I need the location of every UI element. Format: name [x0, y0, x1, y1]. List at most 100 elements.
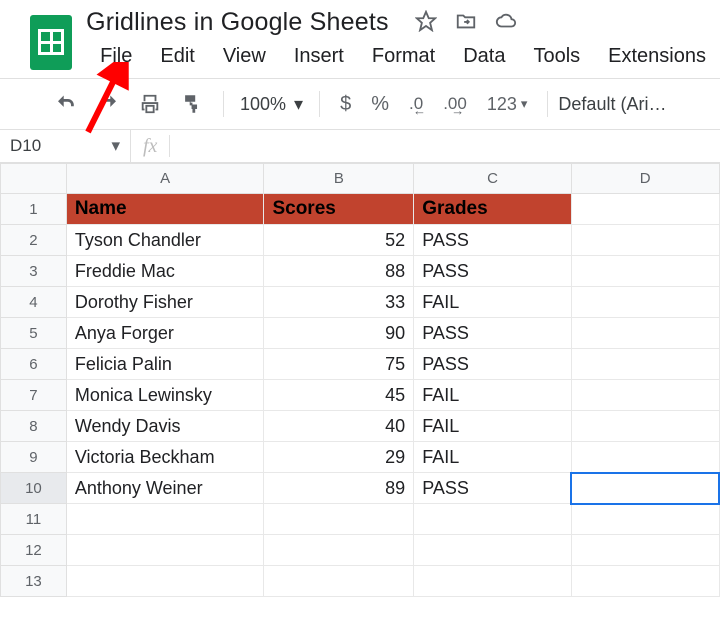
cell[interactable]: Victoria Beckham [66, 442, 264, 473]
chevron-down-icon: ▾ [521, 96, 528, 112]
cell[interactable]: 52 [264, 225, 414, 256]
cell-A1[interactable]: Name [66, 194, 264, 225]
move-folder-icon[interactable] [455, 10, 477, 35]
cell[interactable] [414, 566, 572, 597]
cell[interactable]: Anthony Weiner [66, 473, 264, 504]
cell[interactable] [264, 566, 414, 597]
cell[interactable] [414, 535, 572, 566]
cell[interactable]: PASS [414, 225, 572, 256]
row-header[interactable]: 2 [1, 225, 67, 256]
row-header[interactable]: 5 [1, 318, 67, 349]
cell[interactable] [571, 287, 719, 318]
cell[interactable] [571, 442, 719, 473]
cell[interactable]: 75 [264, 349, 414, 380]
cell[interactable] [264, 504, 414, 535]
cell[interactable] [571, 256, 719, 287]
decrease-decimal-button[interactable]: .0← [399, 94, 433, 114]
cell[interactable]: FAIL [414, 380, 572, 411]
cell[interactable]: 89 [264, 473, 414, 504]
cell-D10-selected[interactable] [571, 473, 719, 504]
cell[interactable] [66, 535, 264, 566]
menu-file[interactable]: File [86, 45, 146, 68]
menu-format[interactable]: Format [358, 45, 449, 68]
row-header[interactable]: 6 [1, 349, 67, 380]
cell[interactable] [414, 504, 572, 535]
chevron-down-icon: ▾ [294, 94, 303, 115]
cell[interactable]: Anya Forger [66, 318, 264, 349]
zoom-dropdown[interactable]: 100% ▾ [234, 94, 309, 115]
cell[interactable] [571, 566, 719, 597]
document-title[interactable]: Gridlines in Google Sheets [86, 8, 389, 37]
cell-C1[interactable]: Grades [414, 194, 572, 225]
print-button[interactable] [129, 93, 171, 115]
row-header[interactable]: 10 [1, 473, 67, 504]
row-header[interactable]: 11 [1, 504, 67, 535]
cell[interactable] [571, 504, 719, 535]
undo-button[interactable] [45, 93, 87, 115]
menu-data[interactable]: Data [449, 45, 519, 68]
cell[interactable] [571, 411, 719, 442]
menu-insert[interactable]: Insert [280, 45, 358, 68]
row-header[interactable]: 7 [1, 380, 67, 411]
cell[interactable]: PASS [414, 473, 572, 504]
paint-format-button[interactable] [171, 93, 213, 115]
row-header[interactable]: 1 [1, 194, 67, 225]
sheets-logo [30, 15, 72, 70]
cell[interactable]: PASS [414, 256, 572, 287]
row-header[interactable]: 3 [1, 256, 67, 287]
cell[interactable]: Monica Lewinsky [66, 380, 264, 411]
col-header-C[interactable]: C [414, 164, 572, 194]
menu-view[interactable]: View [209, 45, 280, 68]
cell[interactable] [66, 504, 264, 535]
menu-tools[interactable]: Tools [519, 45, 594, 68]
format-percent-button[interactable]: % [361, 93, 399, 116]
row-header[interactable]: 9 [1, 442, 67, 473]
row-header[interactable]: 13 [1, 566, 67, 597]
cell[interactable]: PASS [414, 349, 572, 380]
cell[interactable] [66, 566, 264, 597]
more-formats-button[interactable]: 123▾ [477, 94, 538, 115]
row-header[interactable]: 12 [1, 535, 67, 566]
cell[interactable]: Tyson Chandler [66, 225, 264, 256]
cell[interactable] [571, 225, 719, 256]
select-all-corner[interactable] [1, 164, 67, 194]
cell-B1[interactable]: Scores [264, 194, 414, 225]
increase-decimal-button[interactable]: .00→ [433, 94, 477, 114]
star-icon[interactable] [415, 10, 437, 35]
cell[interactable] [264, 535, 414, 566]
row-header[interactable]: 4 [1, 287, 67, 318]
spreadsheet-grid[interactable]: A B C D 1 Name Scores Grades 2Tyson Chan… [0, 163, 720, 597]
cell[interactable]: 88 [264, 256, 414, 287]
font-dropdown[interactable]: Default (Ari… [558, 94, 666, 115]
col-header-B[interactable]: B [264, 164, 414, 194]
cell[interactable]: Wendy Davis [66, 411, 264, 442]
menu-extensions[interactable]: Extensions [594, 45, 720, 68]
cell[interactable]: PASS [414, 318, 572, 349]
cell[interactable]: 45 [264, 380, 414, 411]
name-box[interactable]: D10 ▾ [0, 136, 130, 156]
cell[interactable]: Felicia Palin [66, 349, 264, 380]
cell[interactable]: 33 [264, 287, 414, 318]
cell[interactable]: Freddie Mac [66, 256, 264, 287]
cell[interactable]: FAIL [414, 442, 572, 473]
cell-D1[interactable] [571, 194, 719, 225]
cell[interactable] [571, 535, 719, 566]
row-header[interactable]: 8 [1, 411, 67, 442]
zoom-value: 100% [240, 94, 286, 115]
cell[interactable] [571, 318, 719, 349]
cell[interactable]: FAIL [414, 411, 572, 442]
fx-label: fx [131, 135, 169, 158]
format-currency-button[interactable]: $ [330, 93, 361, 116]
cell[interactable] [571, 380, 719, 411]
cell[interactable]: 40 [264, 411, 414, 442]
menu-edit[interactable]: Edit [146, 45, 208, 68]
cell[interactable] [571, 349, 719, 380]
cell[interactable]: Dorothy Fisher [66, 287, 264, 318]
cell[interactable]: 90 [264, 318, 414, 349]
redo-button[interactable] [87, 93, 129, 115]
col-header-A[interactable]: A [66, 164, 264, 194]
cell[interactable]: FAIL [414, 287, 572, 318]
cloud-status-icon[interactable] [495, 10, 517, 35]
col-header-D[interactable]: D [571, 164, 719, 194]
cell[interactable]: 29 [264, 442, 414, 473]
